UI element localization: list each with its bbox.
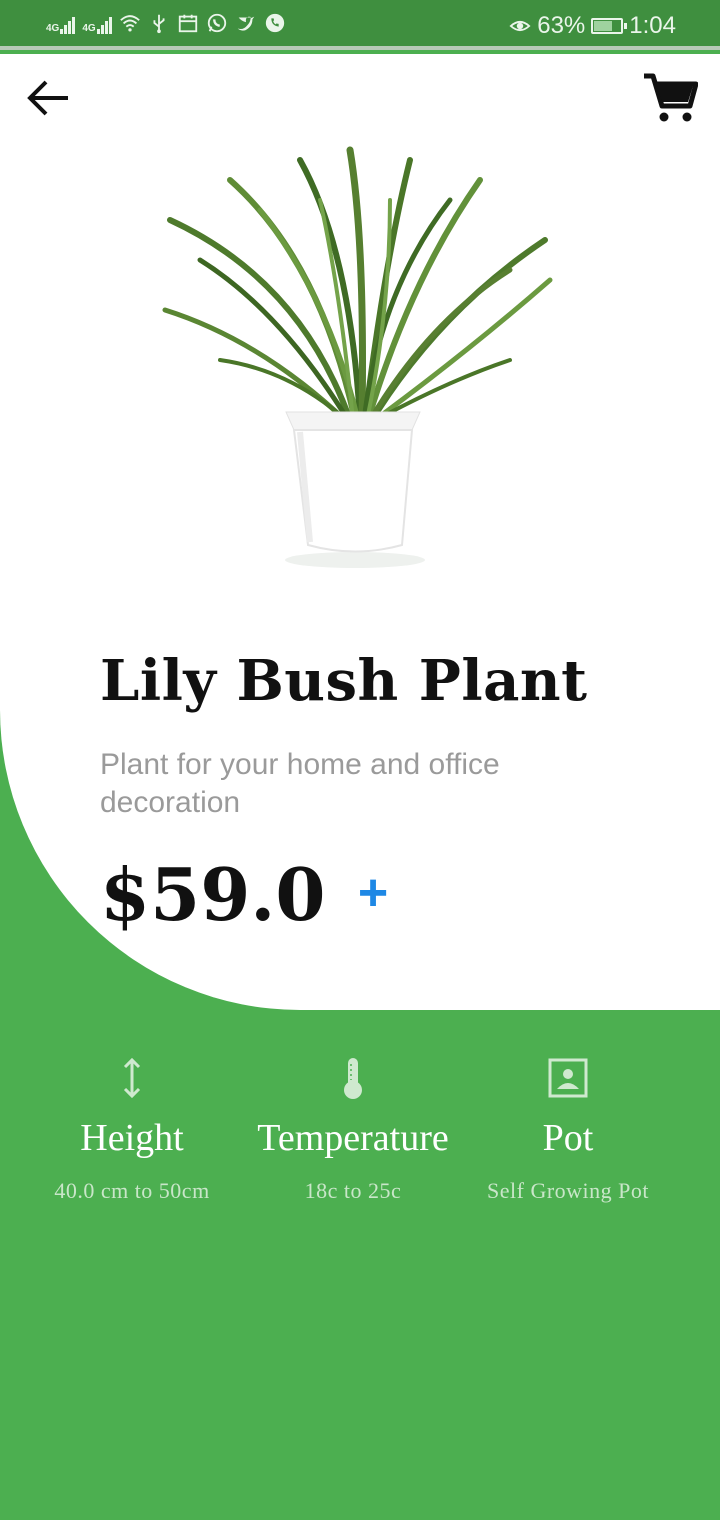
usb-icon	[153, 14, 165, 34]
specs-row: Height 40.0 cm to 50cm Temperature 18c t…	[0, 1056, 720, 1226]
wifi-icon	[119, 15, 140, 32]
spec-label: Pot	[542, 1117, 594, 1159]
add-to-cart-button[interactable]: +	[350, 867, 396, 919]
shopping-cart-icon	[644, 73, 698, 122]
status-icons-left: 4G 4G	[46, 12, 286, 34]
plant-image	[162, 146, 553, 568]
back-button[interactable]	[24, 76, 72, 120]
plus-icon: +	[357, 864, 389, 922]
signal-strength-icon: 4G	[82, 12, 112, 34]
network-type-label: 4G	[82, 23, 96, 34]
product-description: Plant for your home and office decoratio…	[100, 748, 500, 819]
spec-label: Height	[80, 1117, 184, 1159]
twitter-icon	[237, 16, 254, 31]
portrait-frame-icon	[548, 1058, 588, 1098]
battery-percent: 63%	[537, 12, 586, 39]
spec-pot: Pot Self Growing Pot	[448, 1056, 688, 1204]
status-icons-right: 63% 1:04	[509, 12, 676, 40]
phone-app-icon	[265, 13, 284, 33]
signal-strength-icon: 4G	[46, 12, 76, 34]
product-title: Lily Bush Plant	[100, 648, 588, 714]
spec-label: Temperature	[257, 1117, 449, 1159]
spec-value: 18c to 25c	[304, 1178, 402, 1203]
spec-value: Self Growing Pot	[487, 1178, 649, 1203]
network-type-label: 4G	[46, 23, 60, 34]
calendar-icon	[178, 14, 197, 33]
spec-height: Height 40.0 cm to 50cm	[12, 1056, 252, 1204]
thermometer-icon	[344, 1058, 362, 1099]
whatsapp-icon	[207, 13, 226, 33]
spec-value: 40.0 cm to 50cm	[54, 1178, 210, 1203]
battery-icon	[591, 18, 628, 34]
arrow-left-icon	[27, 80, 68, 116]
spec-temperature: Temperature 18c to 25c	[233, 1056, 473, 1204]
height-arrows-icon	[123, 1057, 141, 1099]
clock-time: 1:04	[629, 12, 676, 39]
status-bar: 4G 4G 63% 1:04	[0, 0, 720, 50]
product-price: $59.0	[100, 852, 326, 937]
eye-comfort-icon	[509, 20, 531, 32]
cart-button[interactable]	[642, 70, 698, 126]
